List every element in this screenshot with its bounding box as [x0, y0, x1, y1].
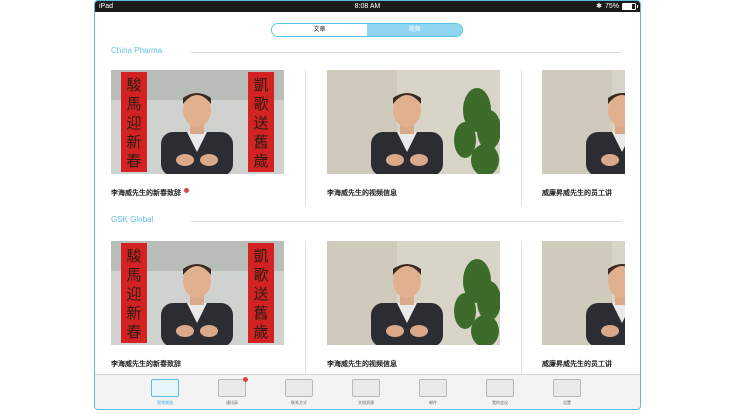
video-thumbnail	[542, 241, 625, 345]
card-divider	[305, 70, 306, 206]
section-title-gsk-global: GSK Global	[111, 215, 154, 224]
svg-text:歌: 歌	[253, 266, 268, 284]
video-title: 李海威先生的新春致辞	[111, 361, 181, 368]
svg-text:新: 新	[126, 133, 141, 151]
document-icon	[352, 379, 380, 397]
video-title-wrap: 李海威先生的新春致辞	[111, 188, 189, 198]
video-title: 威廉昇威先生的员工讲	[542, 361, 612, 368]
bottom-tab-bar: 视频频道 通讯录 联系方式 文档资源 邮件 我的会议 设置	[95, 374, 640, 409]
tab-label: 联系方式	[291, 400, 307, 405]
svg-text:歌: 歌	[253, 95, 268, 113]
video-card[interactable]: 李海威先生的视频信息	[327, 241, 502, 381]
new-indicator-dot	[184, 188, 189, 193]
card-divider	[521, 70, 522, 206]
svg-text:新: 新	[126, 304, 141, 322]
video-title: 李海威先生的新春致辞	[111, 190, 181, 197]
mail-icon	[419, 379, 447, 397]
tab-label: 通讯录	[226, 400, 238, 405]
svg-text:馬: 馬	[126, 95, 141, 113]
segment-articles[interactable]: 文章	[272, 24, 367, 36]
video-thumbnail: 駿 凱馬 歌迎 送新 舊春 歲	[111, 241, 284, 345]
tab-documents[interactable]: 文档资源	[341, 379, 391, 406]
svg-text:迎: 迎	[126, 114, 141, 132]
card-divider	[305, 241, 306, 377]
video-title: 李海威先生的视频信息	[327, 190, 397, 197]
video-row-china-pharma: 駿 凱馬 歌迎 送新 舊春 歲 李海威先生的新春致辞 李海威先生的视频信息 威廉昇威先生的…	[111, 70, 625, 210]
tab-label: 我的会议	[492, 400, 508, 405]
video-card[interactable]: 威廉昇威先生的员工讲	[542, 241, 625, 381]
video-title-wrap: 李海威先生的新春致辞	[111, 359, 181, 369]
video-thumbnail	[327, 70, 500, 174]
svg-text:送: 送	[253, 114, 268, 132]
chat-icon	[218, 377, 248, 397]
video-card[interactable]: 威廉昇威先生的员工讲	[542, 70, 625, 210]
video-row-gsk-global: 駿 凱馬 歌迎 送新 舊春 歲 李海威先生的新春致辞 李海威先生的视频信息 威廉昇威先生的…	[111, 241, 625, 381]
video-card[interactable]: 李海威先生的视频信息	[327, 70, 502, 210]
notification-badge	[243, 377, 248, 382]
section-divider	[191, 52, 621, 53]
gear-icon	[553, 379, 581, 397]
svg-text:馬: 馬	[126, 266, 141, 284]
video-title-wrap: 李海威先生的视频信息	[327, 188, 397, 198]
svg-text:歲: 歲	[253, 323, 268, 341]
video-title-wrap: 威廉昇威先生的员工讲	[542, 188, 612, 198]
tab-contacts[interactable]: 联系方式	[274, 379, 324, 406]
svg-text:凱: 凱	[253, 247, 268, 265]
status-right: ✱ 75%	[596, 1, 638, 12]
tab-meetings[interactable]: 我的会议	[475, 379, 525, 406]
video-card[interactable]: 駿 凱馬 歌迎 送新 舊春 歲 李海威先生的新春致辞	[111, 241, 286, 381]
svg-text:凱: 凱	[253, 76, 268, 94]
tab-label: 邮件	[429, 400, 437, 405]
content-type-segmented-control: 文章 视频	[271, 23, 463, 37]
battery-fill	[623, 4, 632, 9]
battery-icon	[622, 3, 638, 10]
video-title-wrap: 威廉昇威先生的员工讲	[542, 359, 612, 369]
video-title-wrap: 李海威先生的视频信息	[327, 359, 397, 369]
clock: 8:08 AM	[354, 3, 381, 10]
people-icon	[486, 379, 514, 397]
tab-messages[interactable]: 通讯录	[207, 377, 257, 406]
svg-text:送: 送	[253, 285, 268, 303]
video-card[interactable]: 駿 凱馬 歌迎 送新 舊春 歲 李海威先生的新春致辞	[111, 70, 286, 210]
segment-videos[interactable]: 视频	[367, 24, 462, 36]
tab-label: 文档资源	[358, 400, 374, 405]
ipad-frame: iPad 8:08 AM ✱ 75% 文章 视频 China Pharma 駿凱…	[94, 0, 641, 410]
svg-text:駿: 駿	[126, 247, 141, 265]
card-divider	[521, 241, 522, 377]
video-thumbnail	[327, 241, 500, 345]
svg-text:春: 春	[126, 152, 141, 170]
svg-text:駿: 駿	[126, 76, 141, 94]
bluetooth-icon: ✱	[596, 3, 602, 10]
svg-text:迎: 迎	[126, 285, 141, 303]
svg-text:舊: 舊	[253, 133, 268, 151]
video-list-icon	[151, 379, 179, 397]
tab-label: 设置	[563, 400, 571, 405]
contact-card-icon	[285, 379, 313, 397]
tab-settings[interactable]: 设置	[542, 379, 592, 406]
tab-label: 视频频道	[157, 400, 173, 405]
video-thumbnail: 駿 凱馬 歌迎 送新 舊春 歲	[111, 70, 284, 174]
tab-video-channel[interactable]: 视频频道	[140, 379, 190, 406]
svg-text:春: 春	[126, 323, 141, 341]
section-title-china-pharma: China Pharma	[111, 46, 163, 55]
svg-text:歲: 歲	[253, 152, 268, 170]
video-title: 李海威先生的视频信息	[327, 361, 397, 368]
svg-text:舊: 舊	[253, 304, 268, 322]
video-thumbnail	[542, 70, 625, 174]
video-title: 威廉昇威先生的员工讲	[542, 190, 612, 197]
battery-percent: 75%	[604, 3, 619, 10]
section-divider	[191, 221, 621, 222]
status-bar: iPad 8:08 AM ✱ 75%	[95, 1, 640, 12]
tab-mail[interactable]: 邮件	[408, 379, 458, 406]
